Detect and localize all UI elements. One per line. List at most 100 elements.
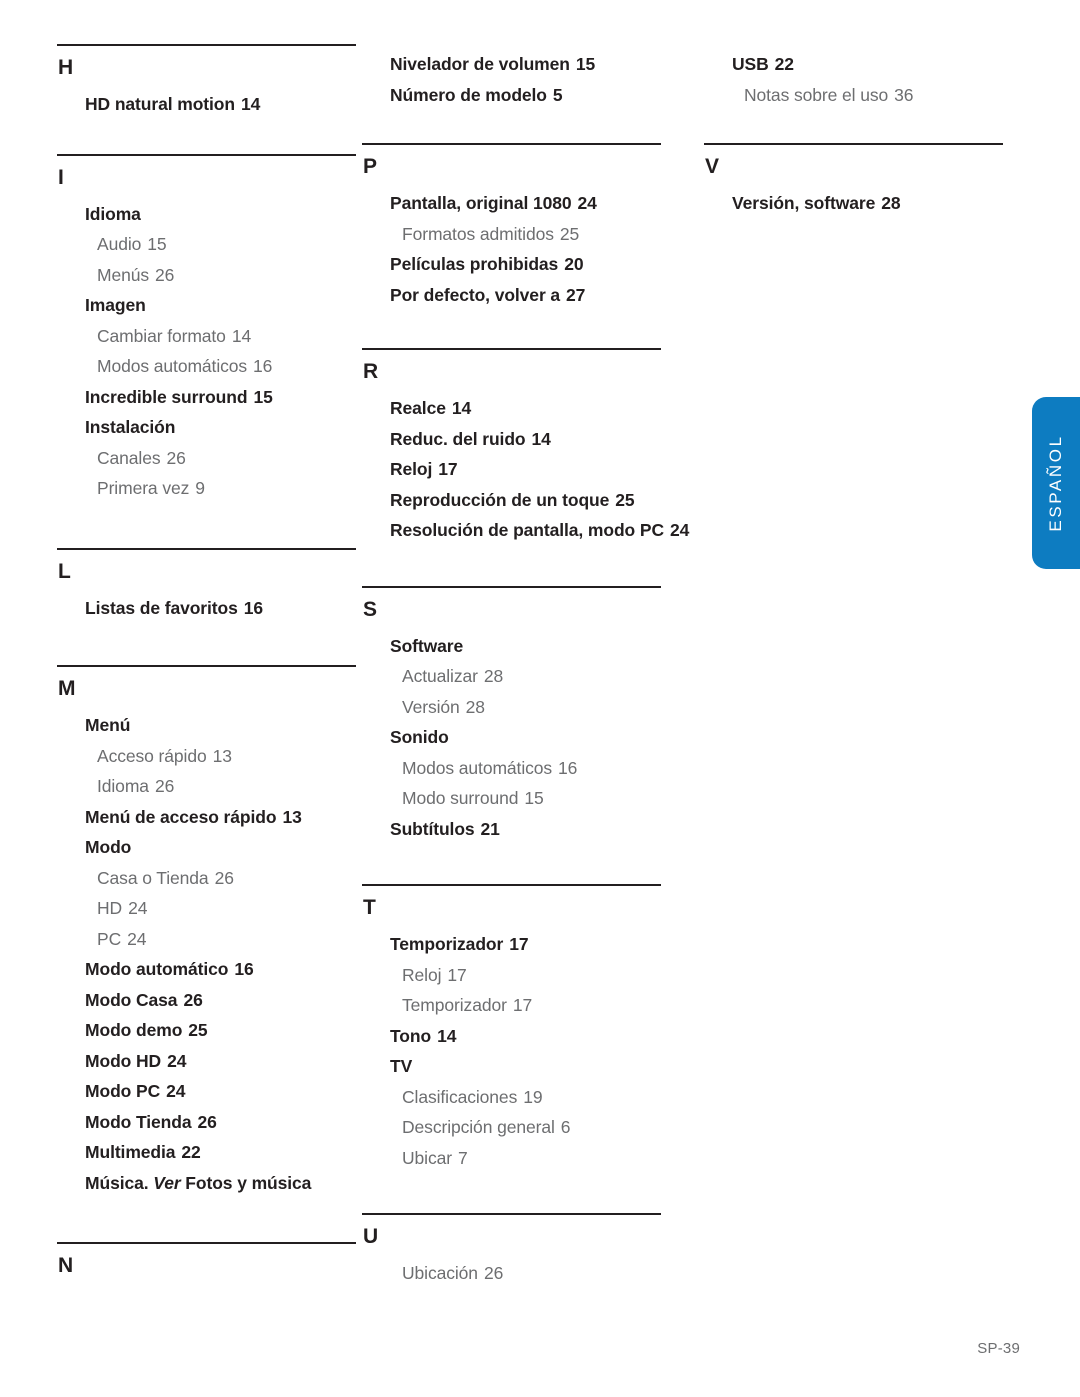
section-divider-rule (362, 1213, 661, 1215)
index-entry[interactable]: Modo HD 24 (57, 1046, 338, 1077)
index-entry[interactable]: Modos automáticos 16 (57, 351, 338, 382)
index-entry[interactable]: Temporizador 17 (362, 990, 678, 1021)
index-entry-label: Modo PC (85, 1081, 161, 1101)
section-divider-rule (362, 585, 661, 588)
index-entry[interactable]: Películas prohibidas 20 (362, 249, 678, 280)
index-entry[interactable]: Tono 14 (362, 1021, 678, 1052)
index-entry-page-number: 13 (282, 806, 302, 827)
index-section-t: T Temporizador 17 Reloj 17 Temporizador 17 Tono… (362, 884, 678, 1173)
index-entry-page-number: 26 (154, 776, 175, 796)
index-entry[interactable]: Modo automático 16 (57, 954, 338, 985)
index-entry[interactable]: Temporizador 17 (362, 929, 678, 960)
index-entry[interactable]: Clasificaciones 19 (362, 1082, 678, 1113)
index-entry[interactable]: USB 22 (704, 49, 1018, 80)
index-entry[interactable]: Ubicación 26 (362, 1258, 678, 1289)
index-entry[interactable]: HD natural motion 14 (57, 89, 338, 120)
index-entry[interactable]: Reloj 17 (362, 454, 678, 485)
index-entry-label: Primera vez (97, 478, 190, 498)
index-entry-label: Temporizador (390, 934, 504, 954)
index-column-1: H HD natural motion 14 I Idioma Audio 15 Menús 2… (0, 0, 356, 1310)
index-entry[interactable]: Menú de acceso rápido 13 (57, 802, 338, 833)
index-entry-label: Modo Tienda (85, 1111, 192, 1132)
index-entry[interactable]: Modo demo 25 (57, 1015, 338, 1046)
index-entry[interactable]: HD 24 (57, 893, 338, 924)
index-entry-page-number: 15 (575, 54, 596, 74)
index-entry-page-number: 26 (197, 1111, 217, 1132)
index-entry-page-number: 14 (231, 325, 252, 346)
index-entry-page-number: 13 (212, 745, 232, 766)
section-letter-heading: R (363, 360, 379, 383)
index-entry-label: Actualizar (402, 666, 478, 686)
index-entry[interactable]: PC 24 (57, 924, 338, 955)
index-entry[interactable]: Actualizar 28 (362, 661, 678, 692)
index-entry[interactable]: Modo Tienda 26 (57, 1107, 338, 1138)
index-entry[interactable]: Reproducción de un toque 25 (362, 485, 678, 516)
index-entry[interactable]: Modo Casa 26 (57, 985, 338, 1016)
index-entry[interactable]: Versión 28 (362, 692, 678, 723)
index-entry[interactable]: Descripción general 6 (362, 1112, 678, 1143)
index-entry[interactable]: Canales 26 (57, 443, 338, 474)
index-entry-label: Modos automáticos (97, 356, 248, 376)
index-entry[interactable]: Por defecto, volver a 27 (362, 280, 678, 311)
index-entry[interactable]: Modo (57, 832, 338, 863)
index-entry[interactable]: Idioma (57, 199, 338, 230)
index-entry[interactable]: Resolución de pantalla, modo PC 24 (362, 515, 689, 546)
index-entry-page-number: 15 (253, 386, 273, 407)
index-entry[interactable]: Instalación (57, 412, 338, 443)
index-entry-label: Software (390, 635, 464, 656)
index-section-h: H HD natural motion 14 (57, 44, 356, 120)
index-entry[interactable]: Menú (57, 710, 338, 741)
index-entry-label: Versión (402, 696, 460, 717)
index-section-l: L Listas de favoritos 16 (57, 547, 356, 624)
index-entry[interactable]: Realce 14 (362, 393, 678, 424)
section-letter-heading: P (363, 155, 378, 178)
index-entry-label: Idioma (85, 203, 141, 224)
index-entry[interactable]: Audio 15 (57, 229, 338, 260)
index-entry-page-number: 15 (147, 234, 167, 254)
index-entry[interactable]: Cambiar formato 14 (57, 321, 338, 352)
index-entry[interactable]: TV (362, 1051, 678, 1082)
index-entry[interactable]: Formatos admitidos 25 (362, 219, 678, 250)
section-entry-list: Ubicación 26 (362, 1258, 678, 1289)
index-entry[interactable]: Modo PC 24 (57, 1076, 338, 1107)
index-entry-label: Incredible surround (85, 386, 248, 407)
index-page: H HD natural motion 14 I Idioma Audio 15 Menús 2… (0, 0, 1080, 1397)
section-entry-list: Realce 14 Reduc. del ruido 14 Reloj 17 Reprodu… (362, 393, 689, 546)
index-entry-label: Listas de favoritos (85, 597, 238, 618)
index-entry[interactable]: Imagen (57, 290, 338, 321)
index-entry-label: Multimedia (85, 1142, 176, 1162)
index-entry[interactable]: Sonido (362, 722, 678, 753)
index-entry[interactable]: Primera vez 9 (57, 473, 338, 504)
index-entry[interactable]: Reloj 17 (362, 960, 678, 991)
index-entry[interactable]: Pantalla, original 1080 24 (362, 188, 678, 219)
index-entry[interactable]: Multimedia 22 (57, 1137, 338, 1168)
index-entry[interactable]: Modo surround 15 (362, 783, 678, 814)
index-entry[interactable]: Versión, software 28 (704, 188, 1018, 219)
index-entry[interactable]: Acceso rápido 13 (57, 741, 338, 772)
index-entry-label: Canales (97, 447, 161, 468)
index-entry[interactable]: Modos automáticos 16 (362, 753, 678, 784)
index-entry-page-number: 22 (181, 1142, 201, 1162)
index-entry[interactable]: Música. Ver Fotos y música (57, 1168, 338, 1199)
index-entry-page-number: 17 (438, 459, 458, 479)
index-section-r: R Realce 14 Reduc. del ruido 14 Reloj 17 Reprod… (362, 348, 689, 546)
index-entry[interactable]: Casa o Tienda 26 (57, 863, 338, 894)
index-entry-page-number: 21 (480, 818, 500, 839)
index-entry-label: Modo surround (402, 788, 519, 808)
page-number: SP-39 (977, 1340, 1020, 1357)
index-entry-label: Temporizador (402, 995, 507, 1015)
index-entry[interactable]: Número de modelo 5 (362, 80, 678, 111)
index-entry[interactable]: Subtítulos 21 (362, 814, 678, 845)
index-entry[interactable]: Notas sobre el uso 36 (704, 80, 1018, 111)
index-entry[interactable]: Software (362, 631, 678, 662)
index-entry[interactable]: Menús 26 (57, 260, 338, 291)
index-entry[interactable]: Reduc. del ruido 14 (362, 424, 678, 455)
section-divider-rule (57, 44, 356, 46)
index-column-3: USB 22 Notas sobre el uso 36 V Versión, soft… (678, 0, 1018, 1310)
index-entry[interactable]: Incredible surround 15 (57, 382, 338, 413)
index-entry-label: HD natural motion (85, 94, 235, 114)
index-entry[interactable]: Ubicar 7 (362, 1143, 678, 1174)
index-entry[interactable]: Listas de favoritos 16 (57, 593, 338, 624)
index-entry[interactable]: Nivelador de volumen 15 (362, 49, 678, 80)
index-entry[interactable]: Idioma 26 (57, 771, 338, 802)
